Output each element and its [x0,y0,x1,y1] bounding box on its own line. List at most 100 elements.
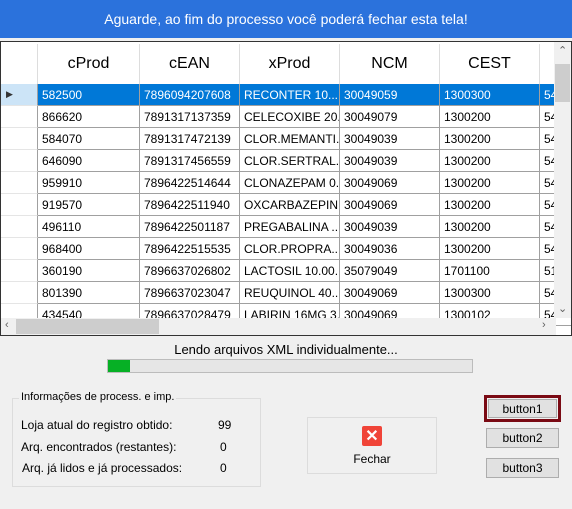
table-cell[interactable]: CELECOXIBE 20... [240,106,340,128]
table-cell[interactable]: 30049069 [340,194,440,216]
row-header[interactable] [1,260,38,282]
scroll-left-icon[interactable]: ‹ [5,319,9,331]
table-cell[interactable]: 30049039 [340,216,440,238]
scroll-right-icon[interactable]: › [542,319,546,331]
current-row-icon: ▶ [6,89,13,99]
table-cell[interactable]: 7896094207608 [140,84,240,106]
table-cell[interactable]: RECONTER 10... [240,84,340,106]
table-cell[interactable]: 7891317137359 [140,106,240,128]
table-cell[interactable]: 968400 [38,238,140,260]
table-cell[interactable]: CLONAZEPAM 0... [240,172,340,194]
table-cell[interactable]: 30049069 [340,172,440,194]
row-header[interactable] [1,128,38,150]
table-cell[interactable]: 801390 [38,282,140,304]
column-header[interactable]: CEST [440,44,540,84]
table-row[interactable]: 496110 7896422501187 PREGABALINA ... 300490… [1,216,571,238]
table-cell[interactable]: 30049036 [340,238,440,260]
table-row[interactable]: 919570 7896422511940 OXCARBAZEPIN... 300490… [1,194,571,216]
row-header[interactable] [1,106,38,128]
progress-fill [108,360,130,372]
row-header[interactable]: ▶ [1,84,38,106]
table-cell[interactable]: LACTOSIL 10.00... [240,260,340,282]
table-cell[interactable]: CLOR.MEMANTI... [240,128,340,150]
row-header[interactable] [1,238,38,260]
table-cell[interactable]: 30049079 [340,106,440,128]
status-banner: Aguarde, ao fim do processo você poderá … [0,0,572,38]
table-cell[interactable]: 1300200 [440,128,540,150]
table-row[interactable]: 968400 7896422515535 CLOR.PROPRA... 3004903… [1,238,571,260]
table-cell[interactable]: 360190 [38,260,140,282]
progress-bar [107,359,473,373]
row-header[interactable] [1,216,38,238]
table-cell[interactable]: 1701100 [440,260,540,282]
scroll-down-icon[interactable]: ⌄ [558,302,567,315]
progress-label: Lendo arquivos XML individualmente... [174,342,398,357]
table-cell[interactable]: 1300200 [440,106,540,128]
scroll-up-icon[interactable]: ⌃ [558,44,567,57]
table-cell[interactable]: 1300200 [440,172,540,194]
table-cell[interactable]: REUQUINOL 40... [240,282,340,304]
table-cell[interactable]: 866620 [38,106,140,128]
table-cell[interactable]: 582500 [38,84,140,106]
table-row[interactable]: 646090 7891317456559 CLOR.SERTRAL... 300490… [1,150,571,172]
table-row[interactable]: 866620 7891317137359 CELECOXIBE 20... 30049… [1,106,571,128]
processed-files-value: 0 [220,461,227,475]
column-header[interactable]: cEAN [140,44,240,84]
table-cell[interactable]: 1300300 [440,282,540,304]
table-row[interactable]: 959910 7896422514644 CLONAZEPAM 0... 300490… [1,172,571,194]
table-row[interactable]: ▶ 582500 7896094207608 RECONTER 10... 300490… [1,84,571,106]
table-cell[interactable]: 1300200 [440,150,540,172]
table-cell[interactable]: 1300200 [440,216,540,238]
table-row[interactable]: 584070 7891317472139 CLOR.MEMANTI... 300490… [1,128,571,150]
table-cell[interactable]: 7896637026802 [140,260,240,282]
button3[interactable]: button3 [486,458,559,478]
found-files-value: 0 [220,440,227,454]
table-cell[interactable]: CLOR.PROPRA... [240,238,340,260]
table-cell[interactable]: 7896422501187 [140,216,240,238]
horizontal-scrollbar[interactable]: ‹ › [1,318,556,335]
table-cell[interactable]: 1300200 [440,238,540,260]
table-cell[interactable]: 7896422515535 [140,238,240,260]
table-row[interactable]: 360190 7896637026802 LACTOSIL 10.00... 3507… [1,260,571,282]
table-cell[interactable]: OXCARBAZEPIN... [240,194,340,216]
table-cell[interactable]: 35079049 [340,260,440,282]
row-header[interactable] [1,194,38,216]
table-cell[interactable]: 919570 [38,194,140,216]
table-cell[interactable]: 496110 [38,216,140,238]
table-cell[interactable]: 1300300 [440,84,540,106]
table-cell[interactable]: 30049059 [340,84,440,106]
row-header[interactable] [1,172,38,194]
info-group-title: Informações de process. e imp. [19,391,177,403]
vertical-scrollbar[interactable]: ⌃ ⌄ [554,42,571,318]
column-header[interactable]: cProd [38,44,140,84]
button1[interactable]: button1 [488,399,557,418]
table-cell[interactable]: 584070 [38,128,140,150]
vertical-scroll-thumb[interactable] [555,64,570,102]
table-cell[interactable]: 7896637023047 [140,282,240,304]
table-cell[interactable]: 30049039 [340,128,440,150]
table-cell[interactable]: 30049039 [340,150,440,172]
table-cell[interactable]: 7891317472139 [140,128,240,150]
found-files-label: Arq. encontrados (restantes): [21,440,177,454]
table-cell[interactable]: 1300200 [440,194,540,216]
table-cell[interactable]: 30049069 [340,282,440,304]
button2[interactable]: button2 [486,428,559,448]
table-cell[interactable]: PREGABALINA ... [240,216,340,238]
close-button[interactable]: ✕ Fechar [307,417,437,474]
table-row[interactable]: 801390 7896637023047 REUQUINOL 40... 300490… [1,282,571,304]
table-cell[interactable]: 959910 [38,172,140,194]
processed-files-label: Arq. já lidos e já processados: [22,461,183,475]
table-cell[interactable]: 7896422514644 [140,172,240,194]
column-header[interactable]: xProd [240,44,340,84]
row-header[interactable] [1,282,38,304]
horizontal-scroll-thumb[interactable] [16,319,159,334]
table-cell[interactable]: 7896422511940 [140,194,240,216]
store-label: Loja atual do registro obtido: [21,418,173,432]
products-grid[interactable]: cProd cEAN xProd NCM CEST ▶ 582500 78960942076… [0,41,572,336]
table-cell[interactable]: CLOR.SERTRAL... [240,150,340,172]
table-cell[interactable]: 7891317456559 [140,150,240,172]
row-header-corner [1,44,38,84]
table-cell[interactable]: 646090 [38,150,140,172]
column-header[interactable]: NCM [340,44,440,84]
row-header[interactable] [1,150,38,172]
